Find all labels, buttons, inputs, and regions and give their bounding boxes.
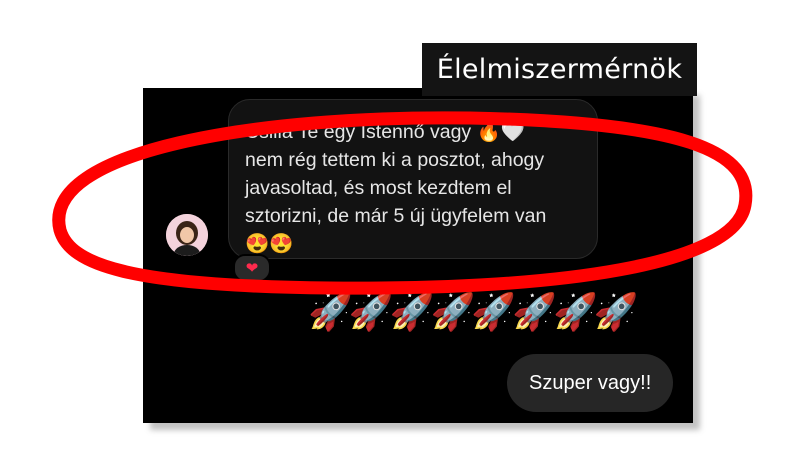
heart-icon: ❤ (245, 260, 259, 277)
outgoing-message-bubble[interactable]: Szuper vagy!! (507, 354, 674, 412)
title-label: Élelmiszermérnök (422, 43, 697, 96)
rocket-emoji-message[interactable]: 🚀🚀🚀🚀🚀🚀🚀🚀 (308, 293, 639, 333)
incoming-message-bubble[interactable]: Csilla Te egy Istennő vagy 🔥🤍 nem rég te… (228, 99, 598, 259)
avatar[interactable] (166, 214, 208, 256)
outgoing-message-text: Szuper vagy!! (529, 371, 652, 394)
avatar-photo-icon (166, 214, 208, 256)
chat-screenshot: Csilla Te egy Istennő vagy 🔥🤍 nem rég te… (143, 88, 693, 423)
heart-reaction[interactable]: ❤ (233, 254, 271, 282)
incoming-message-text: Csilla Te egy Istennő vagy 🔥🤍 nem rég te… (245, 121, 547, 255)
